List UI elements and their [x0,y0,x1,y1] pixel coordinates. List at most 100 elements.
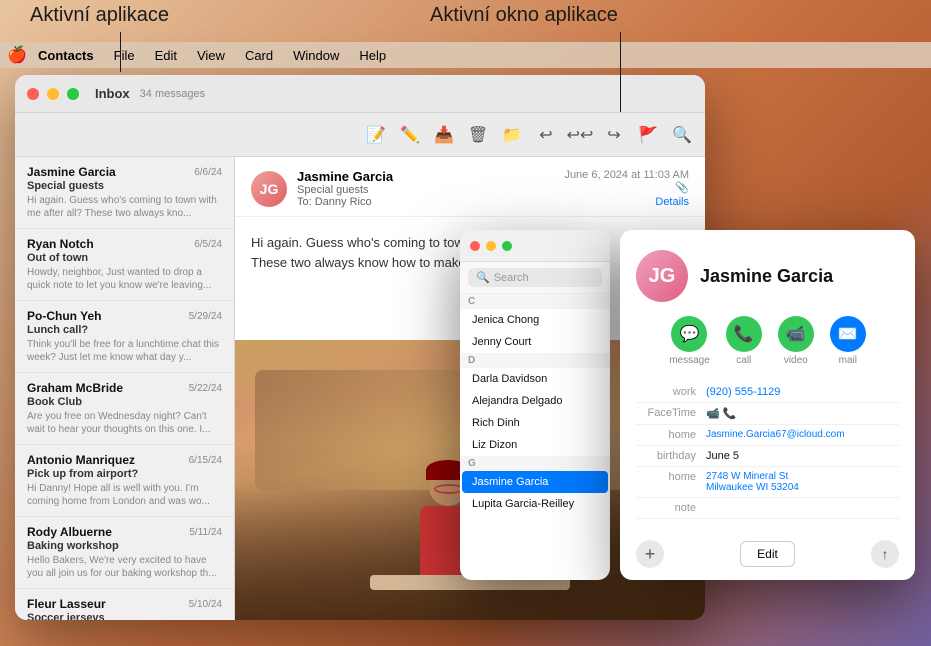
message-action[interactable]: 💬 message [669,316,710,366]
contacts-section-label: C [460,294,610,309]
contact-list-item[interactable]: Rich Dinh [462,412,608,434]
menubar: 🍎 Contacts File Edit View Card Window He… [0,42,931,68]
mail-list-item[interactable]: Jasmine Garcia 6/6/24 Special guests Hi … [15,157,234,229]
contacts-window: 🔍 Search CJenica ChongJenny CourtDDarla … [460,230,610,580]
mail-item-preview: Hi Danny! Hope all is well with you. I'm… [27,482,222,508]
contact-list-item[interactable]: Lupita Garcia-Reilley [462,493,608,515]
reply-icon[interactable]: ↩ [535,124,557,146]
maximize-button[interactable] [67,88,79,100]
contacts-titlebar [460,230,610,262]
mail-item-name: Rody Albuerne [27,525,112,539]
archive-icon[interactable]: 📥 [433,124,455,146]
mail-item-name: Ryan Notch [27,237,94,251]
mail-icon: ✉️ [830,316,866,352]
menu-contacts[interactable]: Contacts [30,46,102,65]
contact-list-item[interactable]: Alejandra Delgado [462,390,608,412]
mail-sidebar: Jasmine Garcia 6/6/24 Special guests Hi … [15,157,235,620]
share-contact-button[interactable]: ↑ [871,540,899,568]
info-birthday: birthday June 5 [636,446,899,467]
mail-item-subject: Lunch call? [27,324,222,336]
contact-detail-header: JG Jasmine Garcia [636,250,899,302]
contacts-maximize-button[interactable] [502,241,512,251]
mail-item-preview: Howdy, neighbor, Just wanted to drop a q… [27,266,222,292]
menu-edit[interactable]: Edit [147,46,185,65]
contact-info-rows: work (920) 555-1129 FaceTime 📹 📞 home Ja… [636,382,899,519]
video-label: video [784,355,808,366]
contacts-minimize-button[interactable] [486,241,496,251]
minimize-button[interactable] [47,88,59,100]
menu-file[interactable]: File [106,46,143,65]
value-birthday: June 5 [706,450,899,462]
mail-message-header: JG Jasmine Garcia Special guests To: Dan… [235,157,705,217]
mail-item-subject: Soccer jerseys [27,612,222,620]
message-icon: 💬 [671,316,707,352]
add-contact-button[interactable]: + [636,540,664,568]
mail-toolbar: 📝 ✏️ 📥 🗑 📁 ↩ ↩↩ ↪ 🚩 🔍 [15,113,705,157]
menu-window[interactable]: Window [285,46,347,65]
inbox-count: 34 messages [140,88,205,100]
search-placeholder: Search [494,272,529,284]
mail-item-name: Fleur Lasseur [27,597,106,611]
video-action[interactable]: 📹 video [778,316,814,366]
info-facetime: FaceTime 📹 📞 [636,403,899,425]
mail-item-preview: Hello Bakers, We're very excited to have… [27,554,222,580]
flag-icon[interactable]: 🚩 [637,124,659,146]
email-date-info: June 6, 2024 at 11:03 AM 📎 Details [564,169,689,208]
apple-menu[interactable]: 🍎 [8,46,26,64]
contacts-section-label: G [460,456,610,471]
compose-icon[interactable]: ✏️ [399,124,421,146]
contact-name: Jasmine Garcia [700,266,833,287]
mail-list-item[interactable]: Po-Chun Yeh 5/29/24 Lunch call? Think yo… [15,301,234,373]
facetime-phone-icon[interactable]: 📞 [723,408,737,420]
info-note: note [636,498,899,519]
mail-item-date: 6/15/24 [189,455,222,466]
contact-list-item[interactable]: Liz Dizon [462,434,608,456]
video-icon: 📹 [778,316,814,352]
contact-list-item[interactable]: Jasmine Garcia [462,471,608,493]
menu-card[interactable]: Card [237,46,281,65]
contacts-close-button[interactable] [470,241,480,251]
menu-help[interactable]: Help [351,46,394,65]
key-note: note [636,502,706,514]
folder-icon[interactable]: 📁 [501,124,523,146]
mail-list-item[interactable]: Rody Albuerne 5/11/24 Baking workshop He… [15,517,234,589]
mail-item-subject: Out of town [27,252,222,264]
mail-item-name: Po-Chun Yeh [27,309,101,323]
contacts-search-bar[interactable]: 🔍 Search [468,268,602,287]
call-label: call [736,355,751,366]
reply-all-icon[interactable]: ↩↩ [569,124,591,146]
email-to: To: Danny Rico [297,196,554,208]
mail-action[interactable]: ✉️ mail [830,316,866,366]
value-work[interactable]: (920) 555-1129 [706,386,899,398]
edit-contact-button[interactable]: Edit [740,541,795,567]
facetime-video-icon[interactable]: 📹 [706,408,720,420]
call-action[interactable]: 📞 call [726,316,762,366]
mail-list-item[interactable]: Ryan Notch 6/5/24 Out of town Howdy, nei… [15,229,234,301]
email-date: June 6, 2024 at 11:03 AM [564,169,689,181]
note-icon[interactable]: 📝 [365,124,387,146]
mail-from-row: JG Jasmine Garcia Special guests To: Dan… [251,169,689,208]
details-link[interactable]: Details [564,196,689,208]
mail-list-item[interactable]: Antonio Manriquez 6/15/24 Pick up from a… [15,445,234,517]
value-home-email[interactable]: Jasmine.Garcia67@icloud.com [706,429,899,441]
mail-list-item[interactable]: Fleur Lasseur 5/10/24 Soccer jerseys Are… [15,589,234,620]
sender-avatar: JG [251,171,287,207]
forward-icon[interactable]: ↪ [603,124,625,146]
search-icon[interactable]: 🔍 [671,124,693,146]
mail-item-preview: Hi again. Guess who's coming to town wit… [27,194,222,220]
close-button[interactable] [27,88,39,100]
mail-titlebar: Inbox 34 messages [15,75,705,113]
menu-view[interactable]: View [189,46,233,65]
value-home-address[interactable]: 2748 W Mineral St Milwaukee WI 53204 [706,471,899,493]
mail-item-date: 5/29/24 [189,311,222,322]
contact-list-item[interactable]: Jenica Chong [462,309,608,331]
key-facetime: FaceTime [636,407,706,420]
contact-detail-panel: JG Jasmine Garcia 💬 message 📞 call 📹 vid… [620,230,915,580]
mail-item-date: 6/5/24 [194,239,222,250]
contact-list-item[interactable]: Jenny Court [462,331,608,353]
mail-item-name: Graham McBride [27,381,123,395]
trash-icon[interactable]: 🗑 [467,124,489,146]
mail-list-item[interactable]: Graham McBride 5/22/24 Book Club Are you… [15,373,234,445]
contact-list-item[interactable]: Darla Davidson [462,368,608,390]
annotation-left: Aktivní aplikace [30,4,169,27]
